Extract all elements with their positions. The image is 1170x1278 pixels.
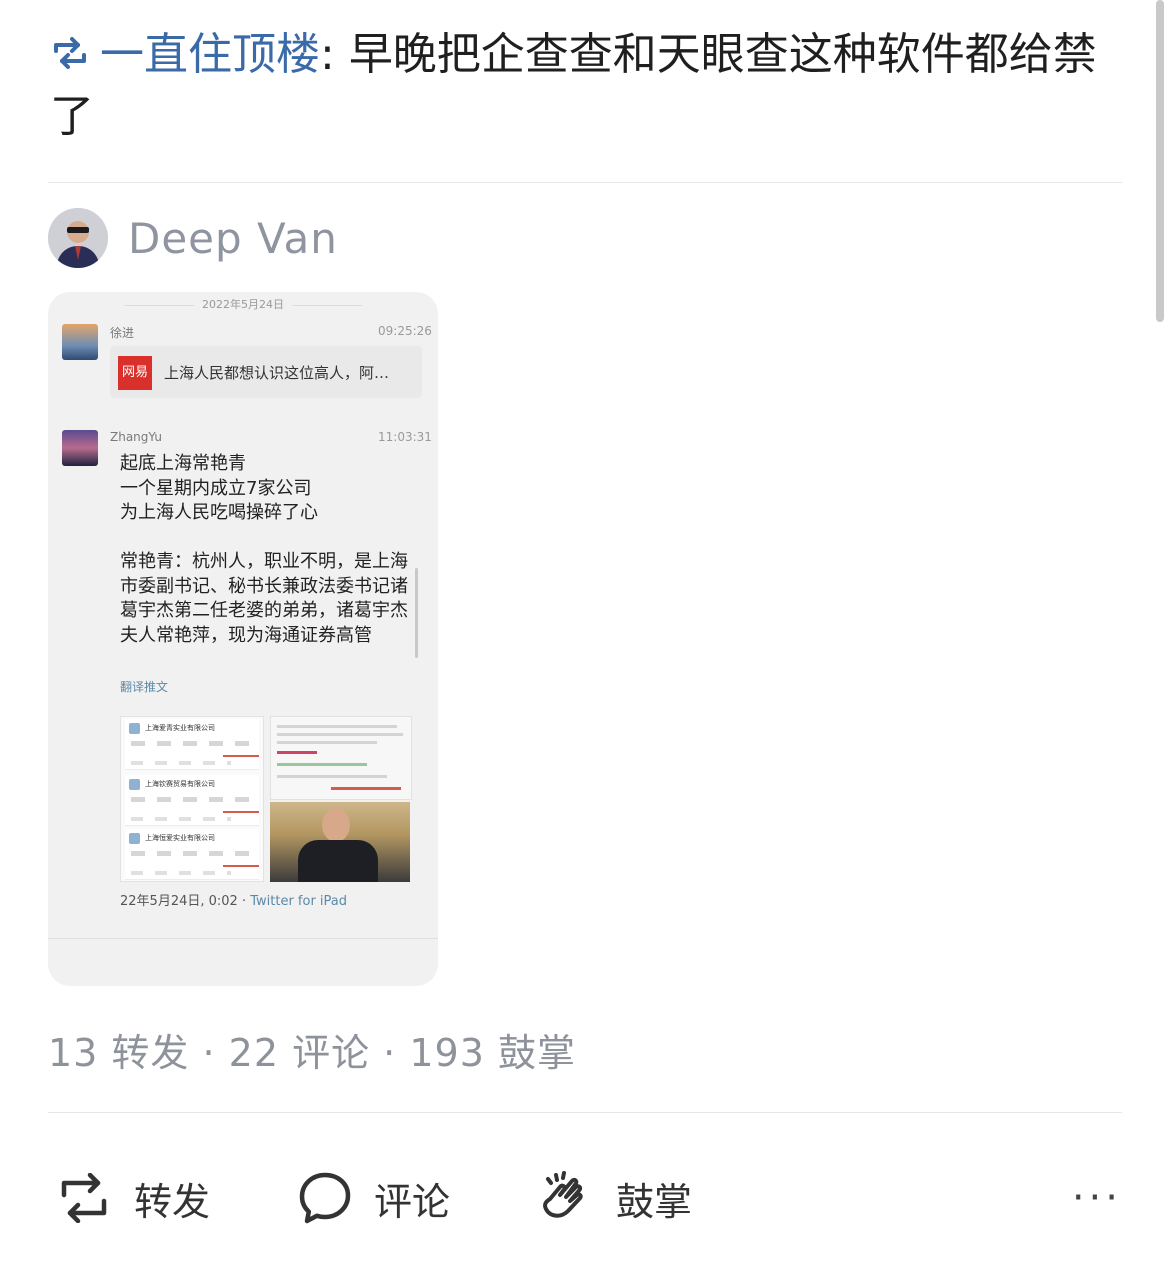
- repost-icon: [50, 28, 94, 69]
- tweet-time: 22年5月24日, 0:02 ·: [120, 894, 251, 909]
- repost-username[interactable]: 一直住顶楼: [100, 29, 320, 80]
- underline: [223, 865, 259, 867]
- netease-logo: 网易: [118, 356, 152, 390]
- person-body: [298, 840, 378, 882]
- repost-label: 转发: [134, 1179, 211, 1224]
- chat-sender: ZhangYu: [110, 430, 162, 444]
- company-name: 上海钦赛贸易有限公司: [145, 780, 215, 788]
- clap-icon: [543, 1171, 583, 1218]
- company-logo-icon: [129, 779, 140, 790]
- company-card: 上海爱青实业有限公司: [125, 719, 259, 770]
- comment-label: 评论: [374, 1179, 451, 1224]
- person-head: [322, 808, 350, 842]
- divider: [48, 1112, 1122, 1113]
- company-name: 上海爱青实业有限公司: [145, 724, 215, 732]
- divider: [48, 182, 1122, 183]
- tweet-text: 起底上海常艳青 一个星期内成立7家公司 为上海人民吃喝操碎了心 常艳青：杭州人，…: [120, 453, 408, 646]
- post-image[interactable]: 2022年5月24日 徐进 09:25:26 网易 上海人民都想认识这位高人，阿…: [48, 292, 438, 986]
- author-row[interactable]: Deep Van: [48, 208, 338, 268]
- inner-scrollbar: [415, 568, 418, 658]
- more-options-icon[interactable]: ···: [1072, 1178, 1122, 1218]
- translate-link: 翻译推文: [120, 680, 169, 694]
- chat-sender: 徐进: [110, 326, 135, 340]
- underline: [223, 755, 259, 757]
- company-logo-icon: [129, 723, 140, 734]
- repost-separator: :: [320, 29, 349, 80]
- author-name[interactable]: Deep Van: [128, 214, 338, 263]
- clap-button[interactable]: 鼓掌: [536, 1158, 692, 1238]
- divider: [48, 938, 438, 939]
- scrollbar[interactable]: [1156, 0, 1164, 322]
- link-text: 上海人民都想认识这位高人，阿…: [164, 364, 390, 382]
- company-records-image: 上海爱青实业有限公司 上海钦赛贸易有限公司 上海恒爱实业有限公司: [120, 716, 264, 882]
- company-row: [131, 817, 231, 821]
- comment-icon: [299, 1172, 351, 1224]
- tweet-source: Twitter for iPad: [250, 894, 348, 909]
- company-row: [131, 761, 231, 765]
- repost-line: 一直住顶楼: 早晚把企查查和天眼查这种软件都给禁了: [50, 24, 1110, 148]
- chat-date: 2022年5月24日: [48, 296, 438, 312]
- comment-button[interactable]: 评论: [298, 1158, 450, 1238]
- link-card: 网易 上海人民都想认识这位高人，阿…: [110, 346, 422, 398]
- tweet-meta: 22年5月24日, 0:02 · Twitter for iPad: [120, 890, 347, 909]
- post-stats[interactable]: 13 转发 · 22 评论 · 193 鼓掌: [48, 1022, 576, 1077]
- company-row: [131, 797, 253, 802]
- company-row: [131, 741, 253, 746]
- person-photo: [270, 802, 410, 882]
- chat-time: 09:25:26: [378, 324, 432, 338]
- underline: [223, 811, 259, 813]
- company-logo-icon: [129, 833, 140, 844]
- document-image: [270, 716, 412, 800]
- company-row: [131, 851, 253, 856]
- company-name: 上海恒爱实业有限公司: [145, 834, 215, 842]
- company-card: 上海恒爱实业有限公司: [125, 829, 259, 880]
- repost-button[interactable]: 转发: [56, 1158, 210, 1238]
- repost-icon: [61, 1173, 107, 1223]
- action-bar: 转发 评论 鼓掌 ···: [48, 1158, 1122, 1238]
- clap-label: 鼓掌: [616, 1179, 693, 1224]
- company-card: 上海钦赛贸易有限公司: [125, 775, 259, 826]
- chat-avatar: [62, 430, 98, 466]
- chat-avatar: [62, 324, 98, 360]
- chat-time: 11:03:31: [378, 430, 432, 444]
- company-row: [131, 871, 231, 875]
- avatar[interactable]: [48, 208, 108, 268]
